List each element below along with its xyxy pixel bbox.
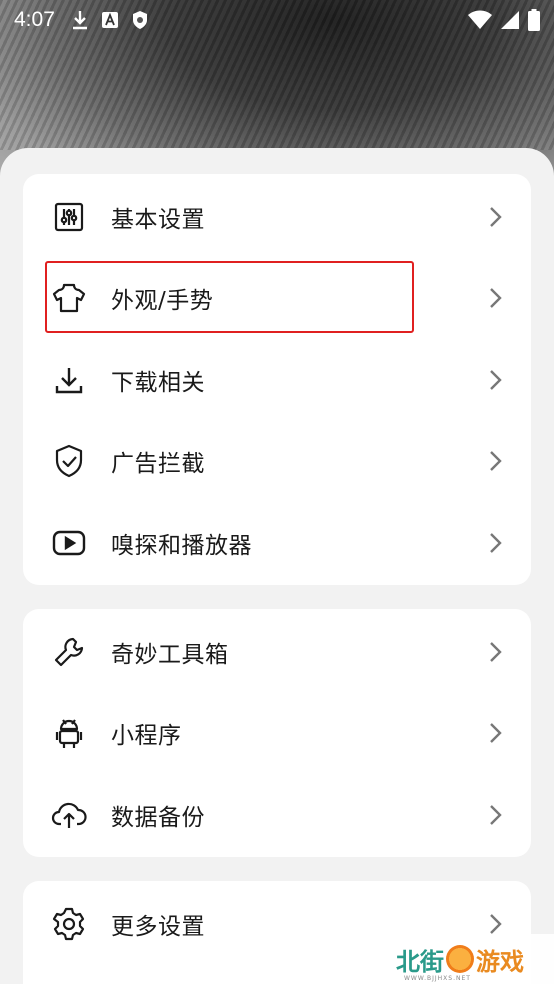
chevron-right-icon: [490, 288, 502, 308]
chevron-right-icon: [490, 914, 502, 934]
shield-icon: [132, 11, 147, 29]
row-download-settings[interactable]: 下载相关: [23, 340, 531, 420]
wrench-icon: [51, 634, 87, 670]
row-label: 小程序: [111, 723, 182, 749]
row-label: 广告拦截: [111, 451, 205, 477]
status-bar: 4:07: [0, 0, 554, 40]
row-appearance-gestures[interactable]: 外观/手势: [23, 258, 531, 338]
row-sniffer-player[interactable]: 嗅探和播放器: [23, 503, 531, 583]
settings-card-main: 基本设置 外观/手势 下载相关 广告拦截 嗅探和播放器: [23, 174, 531, 585]
watermark-logo: 北街 游戏 WWW.BJJHXS.NET: [382, 934, 554, 984]
row-label: 奇妙工具箱: [111, 642, 229, 668]
android-icon: [51, 715, 87, 751]
row-label: 嗅探和播放器: [111, 533, 252, 559]
watermark-left: 北街: [396, 947, 444, 976]
chevron-right-icon: [490, 370, 502, 390]
download-icon: [72, 11, 87, 30]
chevron-right-icon: [490, 207, 502, 227]
sliders-icon: [51, 199, 87, 235]
row-label: 数据备份: [111, 805, 205, 831]
download-icon: [51, 362, 87, 398]
row-label: 外观/手势: [111, 288, 214, 314]
status-time: 4:07: [14, 8, 55, 31]
row-toolbox[interactable]: 奇妙工具箱: [23, 612, 531, 692]
watermark-url: WWW.BJJHXS.NET: [404, 975, 471, 982]
gear-icon: [51, 906, 87, 942]
play-icon: [51, 525, 87, 561]
sun-logo-icon: [446, 945, 474, 973]
chevron-right-icon: [490, 533, 502, 553]
chevron-right-icon: [490, 723, 502, 743]
chevron-right-icon: [490, 805, 502, 825]
signal-icon: [501, 11, 519, 29]
tshirt-icon: [51, 280, 87, 316]
a-badge-icon: [101, 12, 118, 28]
chevron-right-icon: [490, 642, 502, 662]
wifi-icon: [468, 10, 492, 29]
row-mini-programs[interactable]: 小程序: [23, 693, 531, 773]
watermark-right: 游戏: [476, 947, 524, 976]
cloud-upload-icon: [51, 797, 87, 833]
chevron-right-icon: [490, 451, 502, 471]
settings-card-tools: 奇妙工具箱 小程序 数据备份: [23, 609, 531, 857]
row-basic-settings[interactable]: 基本设置: [23, 177, 531, 257]
row-data-backup[interactable]: 数据备份: [23, 775, 531, 855]
row-ad-blocking[interactable]: 广告拦截: [23, 421, 531, 501]
row-label: 下载相关: [111, 370, 205, 396]
battery-icon: [528, 9, 540, 31]
row-label: 基本设置: [111, 207, 205, 233]
shield-check-icon: [51, 443, 87, 479]
row-label: 更多设置: [111, 914, 205, 940]
